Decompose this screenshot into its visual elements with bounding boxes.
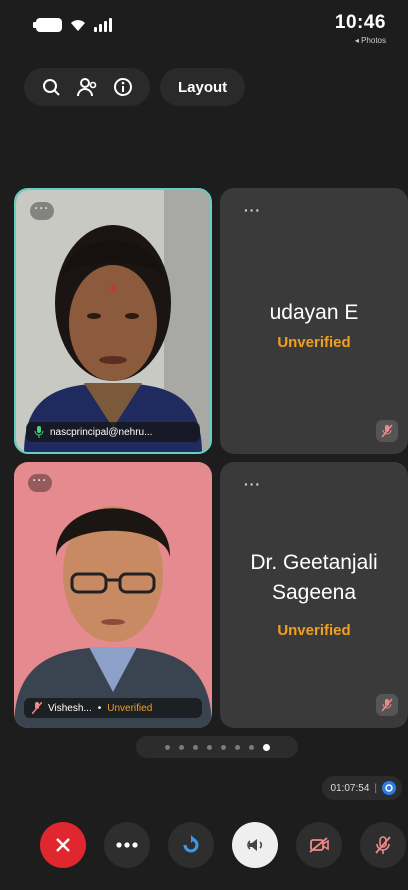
top-toolbar: Layout: [24, 68, 246, 106]
info-icon[interactable]: [112, 76, 134, 98]
mic-on-icon: [34, 426, 44, 438]
timer-divider: |: [374, 782, 377, 794]
rotate-icon: [183, 835, 199, 853]
page-dot[interactable]: [192, 744, 198, 750]
tile-more-button[interactable]: ···: [30, 202, 54, 220]
participant-tile-udayan[interactable]: ··· udayan E Unverified: [220, 188, 408, 454]
page-dot[interactable]: [248, 744, 254, 750]
meeting-screen: 10:46 ◂ Photos Layout ··· nascprincipal@…: [0, 0, 408, 890]
verification-status: Unverified: [107, 702, 153, 714]
participant-name: udayan E: [269, 301, 359, 324]
verification-status: Unverified: [277, 622, 351, 639]
page-indicator[interactable]: [136, 736, 298, 758]
participant-caption: Vishesh... • Unverified: [24, 698, 202, 718]
call-controls: [40, 822, 406, 868]
participant-name: nascprincipal@nehru...: [50, 426, 153, 438]
speaker-button[interactable]: [232, 822, 278, 868]
mic-off-button[interactable]: [360, 822, 406, 868]
elapsed-time: 01:07:54: [330, 782, 370, 794]
verification-status: Unverified: [277, 334, 351, 351]
status-icons: [33, 18, 112, 32]
participant-video-feed: [14, 462, 212, 728]
signal-icon: [94, 18, 112, 32]
layout-button[interactable]: Layout: [160, 68, 246, 106]
hang-up-button[interactable]: [40, 822, 86, 868]
search-icon[interactable]: [40, 76, 62, 98]
status-right: 10:46 ◂ Photos: [335, 12, 386, 45]
page-dot[interactable]: [178, 744, 184, 750]
speaker-icon: [247, 839, 263, 851]
page-dot[interactable]: [234, 744, 240, 750]
wifi-icon: [71, 20, 85, 31]
back-to-photos-link[interactable]: ◂ Photos: [335, 36, 386, 45]
participant-tile-geetanjali[interactable]: ··· Dr. Geetanjali Sageena Unverified: [220, 462, 408, 728]
video-off-button[interactable]: [296, 822, 342, 868]
participant-video-feed: [16, 190, 210, 452]
close-icon: [56, 838, 70, 852]
clock: 10:46: [334, 12, 386, 33]
battery-icon: [33, 18, 62, 32]
tile-more-button[interactable]: ···: [244, 202, 261, 218]
tile-more-button[interactable]: ···: [244, 476, 261, 492]
video-tile-host[interactable]: ··· nascprincipal@nehru...: [14, 188, 212, 454]
meeting-timer: 01:07:54 |: [322, 776, 402, 800]
participant-name: Vishesh...: [48, 702, 92, 714]
video-tile-vishesh[interactable]: ··· Vishesh... • Unverified: [14, 462, 212, 728]
more-icon: [116, 842, 138, 848]
page-dot[interactable]: [164, 744, 170, 750]
more-options-button[interactable]: [104, 822, 150, 868]
caption-separator: •: [97, 702, 102, 714]
video-off-icon: [309, 837, 329, 853]
rotate-camera-button[interactable]: [168, 822, 214, 868]
mic-off-icon: [375, 836, 391, 854]
page-dot[interactable]: [206, 744, 212, 750]
page-dot[interactable]: [262, 743, 270, 751]
page-dot[interactable]: [220, 744, 226, 750]
recording-icon: [382, 781, 396, 795]
mic-muted-icon: [376, 420, 398, 442]
tile-more-button[interactable]: ···: [28, 474, 52, 492]
participant-caption: nascprincipal@nehru...: [26, 422, 200, 442]
participant-name: Dr. Geetanjali Sageena: [250, 551, 378, 604]
mic-muted-icon: [32, 702, 42, 714]
mic-muted-icon: [376, 694, 398, 716]
toolbar-icon-group: [24, 68, 150, 106]
participants-icon[interactable]: [76, 76, 98, 98]
